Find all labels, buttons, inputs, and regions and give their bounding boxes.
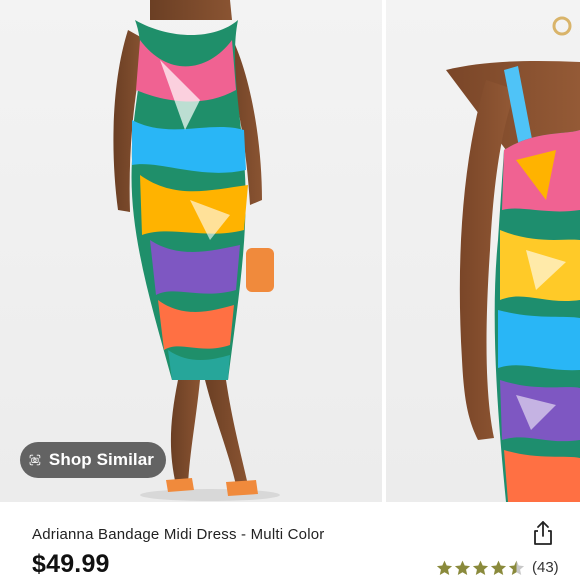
star-full-icon	[472, 560, 489, 575]
product-photo-secondary[interactable]	[386, 0, 580, 502]
star-full-icon	[436, 560, 453, 575]
rating-stars	[436, 560, 525, 576]
product-info: Adrianna Bandage Midi Dress - Multi Colo…	[0, 502, 580, 580]
shop-similar-button[interactable]: Shop Similar	[20, 442, 166, 478]
star-half-icon	[508, 560, 525, 575]
share-icon[interactable]	[529, 519, 557, 547]
camera-scan-icon	[29, 454, 41, 466]
product-title: Adrianna Bandage Midi Dress - Multi Colo…	[32, 526, 325, 543]
product-photo-main[interactable]	[0, 0, 382, 502]
star-full-icon	[490, 560, 507, 575]
product-rating[interactable]: (43)	[436, 559, 559, 576]
star-full-icon	[454, 560, 471, 575]
product-price: $49.99	[32, 550, 110, 578]
shop-similar-label: Shop Similar	[48, 450, 154, 469]
review-count[interactable]: (43)	[532, 559, 559, 576]
model-photo-full-length	[113, 0, 280, 501]
model-photo-closeup	[446, 16, 580, 502]
product-image-gallery[interactable]: Shop Similar	[0, 0, 580, 502]
